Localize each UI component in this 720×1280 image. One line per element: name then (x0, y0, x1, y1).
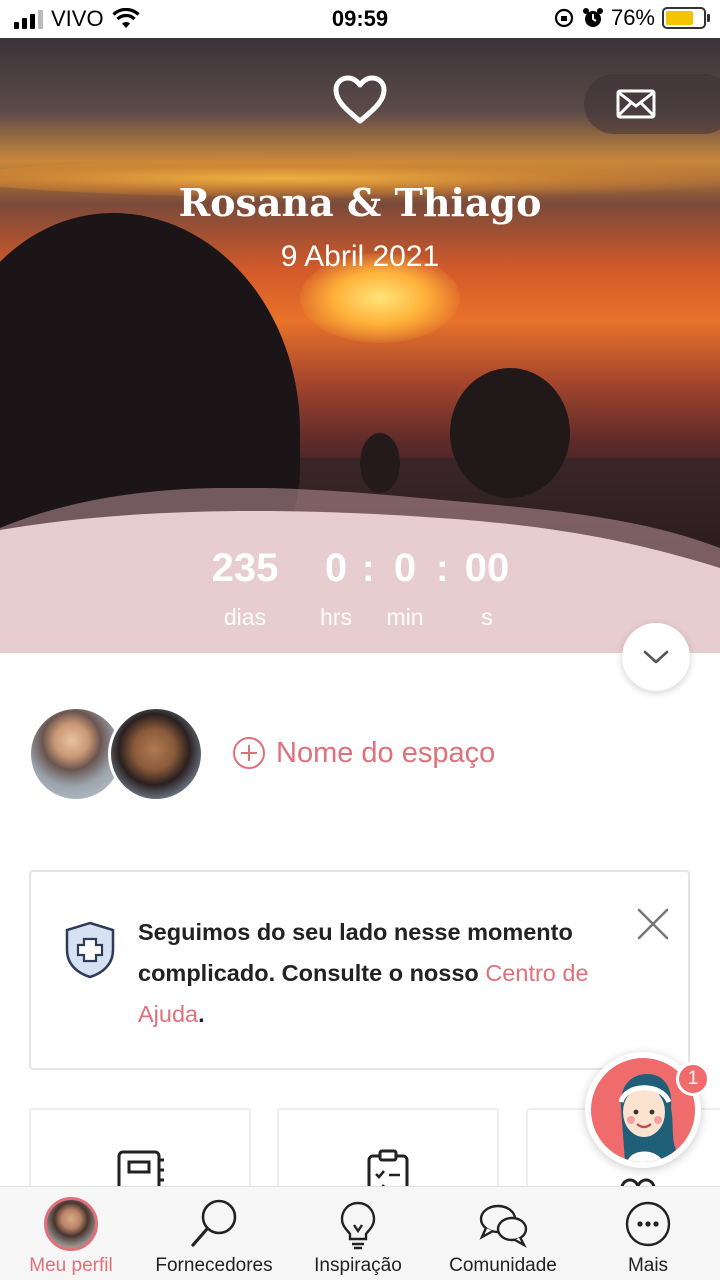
countdown-seconds-label: s (481, 604, 493, 630)
app-screen: VIVO 09:59 76% Rosana & Thiago 9 Abril 2… (0, 0, 720, 1280)
countdown-days-label: dias (223, 604, 267, 630)
wedding-date: 9 Abril 2021 (280, 240, 440, 273)
status-bar: VIVO 09:59 76% (0, 0, 720, 38)
nav-item-inspiration[interactable]: Inspiração (286, 1187, 430, 1280)
profile-avatar-icon (42, 1195, 100, 1253)
nav-item-vendors[interactable]: Fornecedores (142, 1187, 286, 1280)
bottom-navigation: Meu perfil Fornecedores Inspiração Comun… (0, 1186, 720, 1280)
rotation-lock-icon (554, 8, 574, 28)
countdown-separator: : (362, 548, 375, 590)
nav-item-community[interactable]: Comunidade (430, 1187, 576, 1280)
mail-icon (616, 89, 656, 119)
notice-message: Seguimos do seu lado nesse momento compl… (138, 912, 618, 1035)
couple-avatars[interactable] (28, 706, 208, 806)
messages-button[interactable] (584, 74, 720, 134)
chevron-down-icon (643, 650, 669, 664)
lightbulb-icon (340, 1201, 376, 1250)
countdown-hours: 0 (324, 546, 348, 590)
alarm-icon (582, 8, 603, 27)
groom-avatar[interactable] (108, 706, 204, 802)
countdown-seconds: 00 (464, 546, 510, 590)
countdown-days: 235 (211, 546, 279, 590)
chat-bubbles-icon (479, 1204, 528, 1248)
countdown-minutes: 0 (393, 546, 417, 590)
search-icon (191, 1199, 237, 1247)
close-icon[interactable] (635, 906, 671, 942)
nav-label: Fornecedores (155, 1255, 273, 1276)
nav-label: Mais (627, 1255, 669, 1276)
countdown-timer: 235 dias 0 hrs : 0 min : 00 s (0, 546, 720, 646)
battery-icon (662, 7, 710, 29)
countdown-hours-label: hrs (320, 604, 352, 630)
countdown-minutes-label: min (386, 604, 424, 630)
add-venue-button[interactable]: Nome do espaço (232, 736, 495, 770)
help-notice-card: Seguimos do seu lado nesse momento compl… (29, 870, 690, 1070)
more-dots-icon (625, 1201, 671, 1247)
notification-badge: 1 (676, 1062, 710, 1096)
shield-plus-icon (65, 921, 115, 979)
notice-suffix: . (198, 1001, 205, 1027)
battery-percent: 76% (610, 5, 655, 30)
nav-label: Inspiração (314, 1255, 402, 1276)
nav-label: Meu perfil (29, 1255, 113, 1276)
nav-label: Comunidade (449, 1255, 557, 1276)
couple-names: Rosana & Thiago (178, 180, 542, 225)
nav-item-more[interactable]: Mais (576, 1187, 720, 1280)
heart-icon[interactable] (332, 74, 388, 126)
nav-item-profile[interactable]: Meu perfil (0, 1187, 142, 1280)
expand-button[interactable] (622, 623, 690, 691)
status-right: 76% (553, 5, 710, 31)
cover-photo[interactable]: Rosana & Thiago 9 Abril 2021 235 dias 0 … (0, 38, 720, 653)
plus-circle-icon (233, 737, 265, 769)
add-venue-label: Nome do espaço (276, 736, 496, 769)
